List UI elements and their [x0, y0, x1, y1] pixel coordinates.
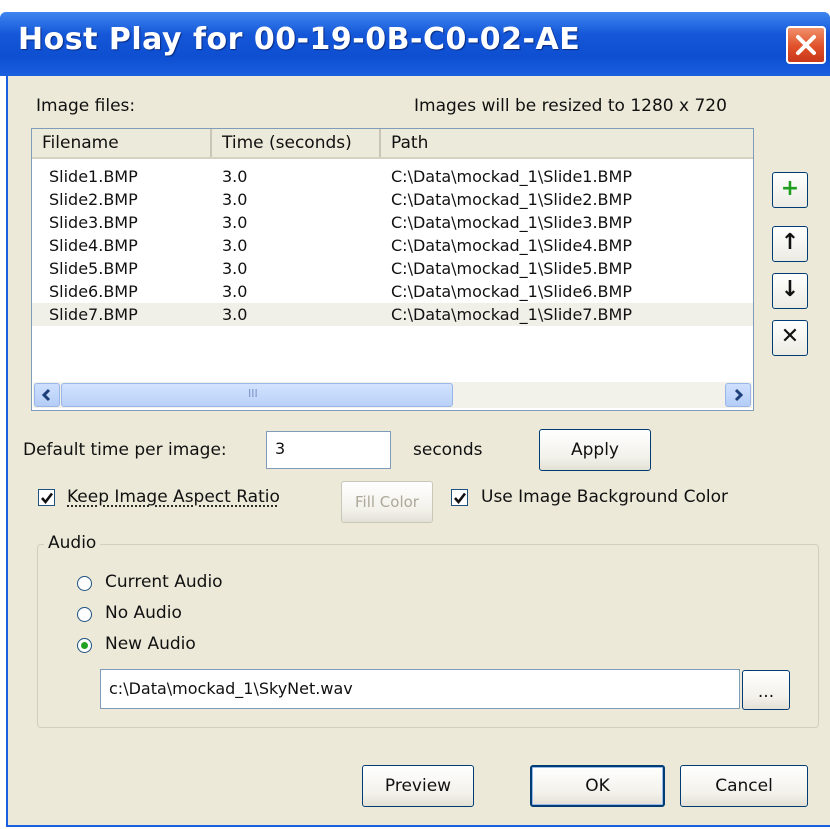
chevron-right-icon	[726, 388, 750, 410]
keep-aspect-label[interactable]: Keep Image Aspect Ratio	[67, 487, 280, 507]
keep-aspect-checkbox[interactable]	[38, 489, 55, 506]
arrow-down-icon: ↓	[780, 277, 800, 302]
scroll-right-button[interactable]	[725, 383, 751, 407]
list-header: Filename Time (seconds) Path	[32, 129, 753, 159]
table-row-selected[interactable]: Slide7.BMP 3.0 C:\Data\mockad_1\Slide7.B…	[32, 303, 753, 326]
cell-path: C:\Data\mockad_1\Slide2.BMP	[391, 190, 632, 209]
radio-selected-dot	[81, 642, 88, 649]
plus-icon: +	[780, 176, 800, 201]
cell-path: C:\Data\mockad_1\Slide7.BMP	[391, 305, 632, 324]
scroll-thumb[interactable]: III	[61, 383, 453, 407]
scroll-left-button[interactable]	[34, 383, 60, 407]
cell-time: 3.0	[222, 190, 248, 209]
resize-note: Images will be resized to 1280 x 720	[414, 96, 727, 116]
cell-filename: Slide2.BMP	[49, 190, 138, 209]
scroll-grip: III	[248, 387, 258, 400]
cell-time: 3.0	[222, 167, 248, 186]
table-row[interactable]: Slide5.BMP 3.0 C:\Data\mockad_1\Slide5.B…	[32, 257, 753, 280]
column-header-path[interactable]: Path	[381, 129, 753, 157]
cancel-button[interactable]: Cancel	[680, 765, 808, 807]
table-row[interactable]: Slide1.BMP 3.0 C:\Data\mockad_1\Slide1.B…	[32, 165, 753, 188]
cell-time: 3.0	[222, 282, 248, 301]
audio-file-path-input[interactable]: c:\Data\mockad_1\SkyNet.wav	[100, 669, 740, 709]
chevron-left-icon	[35, 388, 59, 410]
cell-filename: Slide3.BMP	[49, 213, 138, 232]
close-icon: ✕	[780, 324, 800, 349]
table-row[interactable]: Slide4.BMP 3.0 C:\Data\mockad_1\Slide4.B…	[32, 234, 753, 257]
cell-time: 3.0	[222, 305, 248, 324]
cell-filename: Slide6.BMP	[49, 282, 138, 301]
use-background-checkbox[interactable]	[451, 489, 468, 506]
radio-no-audio[interactable]	[77, 607, 92, 622]
fill-color-button[interactable]: Fill Color	[341, 481, 433, 523]
title-bar[interactable]: Host Play for 00-19-0B-C0-02-AE	[0, 12, 830, 76]
default-time-input[interactable]: 3	[266, 431, 391, 469]
window-title: Host Play for 00-19-0B-C0-02-AE	[18, 22, 581, 57]
host-play-dialog: Host Play for 00-19-0B-C0-02-AE Image fi…	[0, 0, 830, 829]
ok-button[interactable]: OK	[530, 765, 665, 807]
add-image-button[interactable]: +	[772, 172, 808, 208]
cell-time: 3.0	[222, 213, 248, 232]
cell-time: 3.0	[222, 236, 248, 255]
cell-path: C:\Data\mockad_1\Slide4.BMP	[391, 236, 632, 255]
new-audio-label[interactable]: New Audio	[105, 634, 196, 654]
no-audio-label[interactable]: No Audio	[105, 603, 182, 623]
move-down-button[interactable]: ↓	[772, 273, 808, 309]
cell-filename: Slide7.BMP	[49, 305, 138, 324]
apply-button[interactable]: Apply	[539, 429, 651, 471]
column-header-filename[interactable]: Filename	[32, 129, 212, 157]
cell-path: C:\Data\mockad_1\Slide5.BMP	[391, 259, 632, 278]
table-row[interactable]: Slide2.BMP 3.0 C:\Data\mockad_1\Slide2.B…	[32, 188, 753, 211]
current-audio-label[interactable]: Current Audio	[105, 572, 223, 592]
cell-path: C:\Data\mockad_1\Slide3.BMP	[391, 213, 632, 232]
arrow-up-icon: ↑	[780, 230, 800, 255]
cell-filename: Slide1.BMP	[49, 167, 138, 186]
cell-filename: Slide4.BMP	[49, 236, 138, 255]
audio-group-label: Audio	[44, 533, 101, 553]
cell-time: 3.0	[222, 259, 248, 278]
browse-audio-button[interactable]: ...	[742, 670, 790, 710]
radio-new-audio[interactable]	[77, 638, 92, 653]
cell-path: C:\Data\mockad_1\Slide6.BMP	[391, 282, 632, 301]
cell-filename: Slide5.BMP	[49, 259, 138, 278]
close-button[interactable]	[786, 26, 826, 64]
column-header-time[interactable]: Time (seconds)	[212, 129, 381, 157]
table-row[interactable]: Slide3.BMP 3.0 C:\Data\mockad_1\Slide3.B…	[32, 211, 753, 234]
radio-current-audio[interactable]	[77, 576, 92, 591]
default-time-label: Default time per image:	[23, 440, 227, 460]
table-row[interactable]: Slide6.BMP 3.0 C:\Data\mockad_1\Slide6.B…	[32, 280, 753, 303]
remove-image-button[interactable]: ✕	[772, 320, 808, 356]
use-background-label[interactable]: Use Image Background Color	[481, 487, 728, 507]
image-files-list[interactable]: Filename Time (seconds) Path Slide1.BMP …	[31, 128, 754, 411]
move-up-button[interactable]: ↑	[772, 226, 808, 262]
image-files-label: Image files:	[36, 96, 136, 116]
preview-button[interactable]: Preview	[362, 765, 474, 807]
seconds-unit-label: seconds	[413, 440, 483, 460]
cell-path: C:\Data\mockad_1\Slide1.BMP	[391, 167, 632, 186]
horizontal-scrollbar[interactable]: III	[33, 382, 752, 408]
